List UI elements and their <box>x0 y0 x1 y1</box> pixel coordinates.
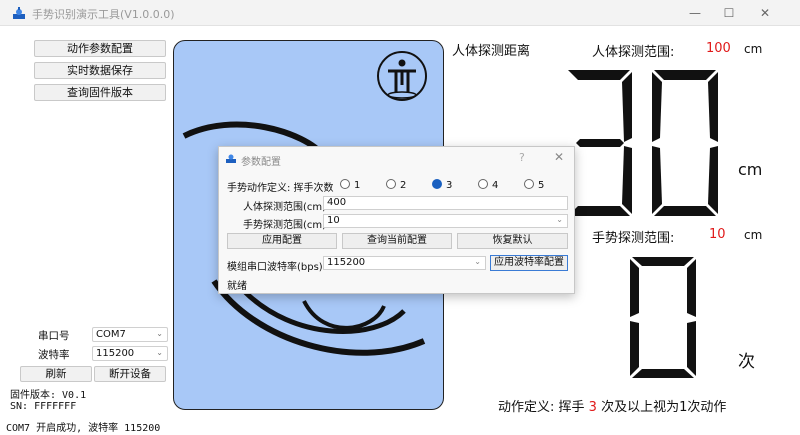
distance-unit: cm <box>738 160 763 179</box>
human-range-input[interactable]: 400 <box>323 196 568 210</box>
count-unit: 次 <box>738 352 755 372</box>
dialog-title: 参数配置 <box>241 157 281 168</box>
human-range-unit: cm <box>744 42 763 56</box>
radio-circle-selected <box>432 179 442 189</box>
gesture-range-label: 手势探测范围: <box>592 231 675 246</box>
port-label: 串口号 <box>38 330 70 342</box>
module-baud-select[interactable]: 115200 ⌄ <box>323 256 486 270</box>
radio-wave-1[interactable]: 1 <box>340 179 360 191</box>
action-count: 3 <box>588 400 597 415</box>
gesture-range-select[interactable]: 10 ⌄ <box>323 214 568 228</box>
realtime-data-save-button[interactable]: 实时数据保存 <box>34 62 166 79</box>
motion-param-config-button[interactable]: 动作参数配置 <box>34 40 166 57</box>
human-range-label: 人体探测范围: <box>592 45 675 60</box>
serial-number: SN: FFFFFFF <box>10 401 77 412</box>
baud-select-value: 115200 <box>96 348 135 359</box>
query-firmware-button[interactable]: 查询固件版本 <box>34 84 166 101</box>
chevron-down-icon: ⌄ <box>474 257 481 266</box>
gesture-range-value: 10 <box>709 227 726 242</box>
radio-wave-5[interactable]: 5 <box>524 179 544 191</box>
radio-circle <box>386 179 396 189</box>
help-button[interactable]: ? <box>519 151 525 164</box>
radio-circle <box>524 179 534 189</box>
human-range-input-value: 400 <box>327 197 347 208</box>
apply-config-button[interactable]: 应用配置 <box>227 233 337 249</box>
radio-label: 1 <box>354 180 361 191</box>
gesture-range-unit: cm <box>744 228 763 242</box>
radar-sensor-icon <box>13 7 25 19</box>
baud-select[interactable]: 115200 ⌄ <box>92 346 168 361</box>
chevron-down-icon: ⌄ <box>156 348 163 357</box>
radio-wave-2[interactable]: 2 <box>386 179 406 191</box>
dialog-close-button[interactable]: ✕ <box>554 150 564 164</box>
seven-segment-display <box>568 70 718 216</box>
human-detection-icon <box>377 51 427 101</box>
action-suffix: 次及以上视为1次动作 <box>601 400 727 415</box>
human-range-value: 100 <box>706 41 731 56</box>
radio-label: 4 <box>492 180 499 191</box>
radio-label: 3 <box>446 180 453 191</box>
dlg-human-range-label: 人体探测范围(cm) <box>243 202 327 213</box>
radio-circle <box>478 179 488 189</box>
action-definition: 动作定义: 挥手 3 次及以上视为1次动作 <box>498 396 726 415</box>
radio-label: 5 <box>538 180 545 191</box>
port-select-value: COM7 <box>96 329 126 340</box>
chevron-down-icon: ⌄ <box>556 215 563 224</box>
dlg-gesture-range-label: 手势探测范围(cm) <box>243 220 327 231</box>
maximize-button[interactable]: ☐ <box>712 3 746 23</box>
minimize-button[interactable]: — <box>678 3 712 23</box>
dlg-baud-label: 模组串口波特率(bps) <box>227 262 323 273</box>
port-select[interactable]: COM7 ⌄ <box>92 327 168 342</box>
disconnect-button[interactable]: 断开设备 <box>94 366 166 382</box>
radar-sensor-icon <box>226 154 236 163</box>
distance-title: 人体探测距离 <box>452 44 531 59</box>
radio-label: 2 <box>400 180 407 191</box>
module-baud-select-value: 115200 <box>327 257 366 268</box>
status-bar: COM7 开启成功, 波特率 115200 <box>6 423 161 434</box>
dialog-status: 就绪 <box>227 281 247 292</box>
gesture-def-label: 手势动作定义: 挥手次数 <box>227 183 334 194</box>
radio-wave-3[interactable]: 3 <box>432 179 452 191</box>
param-config-dialog: 参数配置 ? ✕ 手势动作定义: 挥手次数 1 2 3 4 5 人体探测范围(c… <box>218 146 575 294</box>
distance-reading <box>560 68 730 221</box>
seven-segment-display <box>630 257 696 378</box>
close-button[interactable]: ✕ <box>748 3 782 23</box>
restore-default-button[interactable]: 恢复默认 <box>457 233 568 249</box>
gesture-range-select-value: 10 <box>327 215 340 226</box>
baud-label: 波特率 <box>38 349 70 361</box>
radio-wave-4[interactable]: 4 <box>478 179 498 191</box>
chevron-down-icon: ⌄ <box>156 329 163 338</box>
firmware-version: 固件版本: V0.1 <box>10 390 87 401</box>
title-bar: 手势识别演示工具(V1.0.0.0) — ☐ ✕ <box>0 0 800 26</box>
apply-baud-button[interactable]: 应用波特率配置 <box>490 255 568 271</box>
window-title: 手势识别演示工具(V1.0.0.0) <box>32 8 175 21</box>
action-prefix: 动作定义: 挥手 <box>498 400 585 415</box>
query-config-button[interactable]: 查询当前配置 <box>342 233 452 249</box>
count-reading <box>628 255 698 383</box>
refresh-button[interactable]: 刷新 <box>20 366 92 382</box>
radio-circle <box>340 179 350 189</box>
